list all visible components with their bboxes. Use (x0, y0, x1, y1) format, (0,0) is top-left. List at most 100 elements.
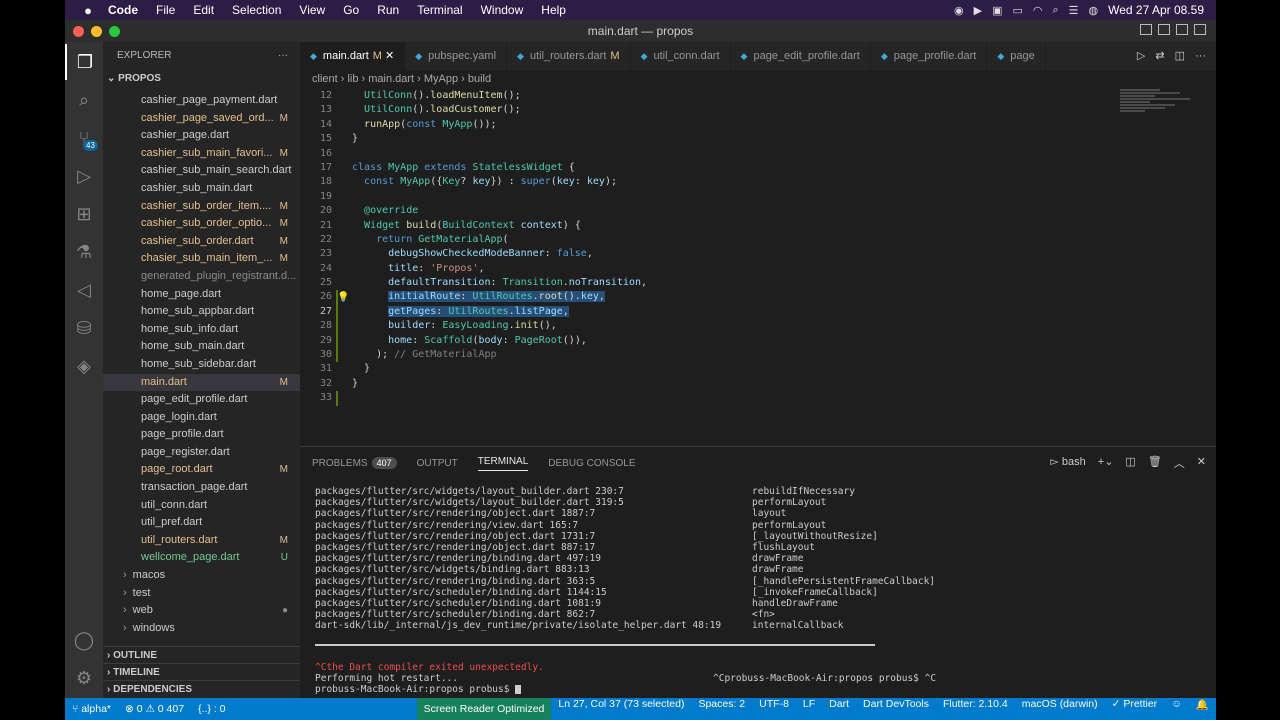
screen-reader-status[interactable]: Screen Reader Optimized (416, 698, 552, 720)
testing-icon[interactable]: ⚗ (65, 234, 103, 270)
status-menu-icon[interactable]: ◉ (954, 4, 964, 17)
code-line[interactable]: 24 title: 'Propos', (300, 262, 1216, 276)
file-item[interactable]: page_profile.dart (103, 426, 300, 444)
editor-tab[interactable]: ◆ main.dart M ✕ (300, 42, 406, 70)
control-center-icon[interactable]: ☰ (1069, 4, 1079, 17)
language-mode[interactable]: Dart (822, 698, 856, 720)
run-debug-icon[interactable]: ▷ (65, 158, 103, 194)
file-item[interactable]: util_pref.dart (103, 514, 300, 532)
split-editor-icon[interactable]: ◫ (1175, 42, 1185, 70)
menu-edit[interactable]: Edit (184, 3, 223, 17)
notifications-icon[interactable]: 🔔 (1189, 698, 1216, 720)
menu-run[interactable]: Run (368, 3, 408, 17)
tab-output[interactable]: OUTPUT (417, 458, 458, 469)
file-item[interactable]: cashier_sub_order_optio... M (103, 215, 300, 233)
code-line[interactable]: 20 @override (300, 204, 1216, 218)
battery-icon[interactable]: ▭ (1012, 4, 1022, 17)
device-status[interactable]: macOS (darwin) (1015, 698, 1105, 720)
file-item[interactable]: cashier_page.dart (103, 127, 300, 145)
file-item[interactable]: main.dart M (103, 373, 300, 392)
editor-tab[interactable]: ◆ util_conn.dart (631, 42, 731, 70)
folder-item[interactable]: › test (103, 585, 300, 603)
code-line[interactable]: 12 UtilConn().loadMenuItem(); (300, 89, 1216, 103)
dependencies-section[interactable]: › DEPENDENCIES (103, 680, 300, 697)
braces-status[interactable]: {..} : 0 (191, 703, 232, 715)
file-item[interactable]: cashier_sub_main_favori... M (103, 145, 300, 163)
code-line[interactable]: 17 class MyApp extends StatelessWidget { (300, 161, 1216, 175)
flutter-version[interactable]: Flutter: 2.10.4 (936, 698, 1015, 720)
code-line[interactable]: 16 (300, 147, 1216, 161)
code-line[interactable]: 27 getPages: UtilRoutes.listPage, (300, 304, 1216, 320)
code-line[interactable]: 33 (300, 391, 1216, 406)
problems-status[interactable]: ⊗ 0 ⚠ 0 407 (118, 703, 191, 715)
toggle-secondary-sidebar-icon[interactable] (1176, 24, 1188, 35)
menu-selection[interactable]: Selection (223, 3, 290, 17)
file-item[interactable]: home_sub_main.dart (103, 338, 300, 356)
tab-problems[interactable]: PROBLEMS 407 (312, 456, 397, 469)
screen-icon[interactable]: ▣ (992, 4, 1002, 17)
terminal-shell[interactable]: ▻ bash (1050, 455, 1085, 471)
editor-tab[interactable]: ◆ page (987, 42, 1046, 70)
search-icon[interactable]: ⌕ (1052, 4, 1058, 17)
prettier-status[interactable]: ✓ Prettier (1105, 698, 1165, 720)
folder-item[interactable]: › macos (103, 567, 300, 585)
folder-item[interactable]: › windows (103, 620, 300, 638)
file-item[interactable]: page_register.dart (103, 444, 300, 462)
code-line[interactable]: 13 UtilConn().loadCustomer(); (300, 103, 1216, 117)
search-activity-icon[interactable]: ⌕ (65, 82, 103, 118)
source-control-icon[interactable]: ⑂ 43 (65, 120, 103, 156)
file-item[interactable]: transaction_page.dart (103, 479, 300, 497)
flutter-icon[interactable]: ◁ (65, 272, 103, 308)
layers-icon[interactable]: ◈ (65, 348, 103, 384)
more-actions-icon[interactable]: ··· (1195, 42, 1206, 70)
breadcrumb[interactable]: client › lib › main.dart › MyApp › build (300, 70, 1216, 89)
code-line[interactable]: 15} (300, 132, 1216, 146)
zoom-window-button[interactable] (109, 26, 120, 37)
file-item[interactable]: generated_plugin_registrant.d... (103, 268, 300, 286)
file-item[interactable]: cashier_sub_main_search.dart (103, 162, 300, 180)
file-item[interactable]: home_page.dart (103, 286, 300, 304)
code-line[interactable]: 22 return GetMaterialApp( (300, 233, 1216, 247)
compare-icon[interactable]: ⇄ (1155, 42, 1164, 70)
extensions-icon[interactable]: ⊞ (65, 196, 103, 232)
close-panel-icon[interactable]: ✕ (1197, 455, 1206, 471)
file-item[interactable]: cashier_sub_order.dart M (103, 233, 300, 251)
code-line[interactable]: 14 runApp(const MyApp()); (300, 118, 1216, 132)
file-item[interactable]: util_conn.dart (103, 497, 300, 515)
maximize-panel-icon[interactable]: ︿ (1174, 455, 1185, 471)
play-icon[interactable]: ▶ (974, 4, 982, 17)
eol-status[interactable]: LF (796, 698, 822, 720)
editor-tab[interactable]: ◆ page_profile.dart (871, 42, 988, 70)
siri-icon[interactable]: ◍ (1089, 4, 1099, 17)
menu-code[interactable]: Code (99, 3, 147, 17)
file-item[interactable]: page_edit_profile.dart (103, 391, 300, 409)
file-item[interactable]: cashier_page_saved_ord... M (103, 110, 300, 128)
menu-view[interactable]: View (290, 3, 334, 17)
file-item[interactable]: cashier_page_payment.dart (103, 92, 300, 110)
cursor-position[interactable]: Ln 27, Col 37 (73 selected) (551, 698, 691, 720)
file-item[interactable]: home_sub_appbar.dart (103, 303, 300, 321)
file-item[interactable]: page_root.dart M (103, 461, 300, 479)
code-line[interactable]: 19 (300, 190, 1216, 204)
minimize-window-button[interactable] (91, 26, 102, 37)
customize-layout-icon[interactable] (1194, 24, 1206, 35)
file-item[interactable]: wellcome_page.dart U (103, 549, 300, 567)
close-tab-icon[interactable]: ✕ (382, 50, 394, 62)
account-icon[interactable]: ◯ (65, 622, 103, 658)
database-icon[interactable]: ⛁ (65, 310, 103, 346)
menu-go[interactable]: Go (334, 3, 368, 17)
file-item[interactable]: chasier_sub_main_item_... M (103, 250, 300, 268)
split-terminal-icon[interactable]: ◫ (1125, 455, 1135, 471)
code-line[interactable]: 32} (300, 377, 1216, 391)
editor-tab[interactable]: ◆ pubspec.yaml (405, 42, 508, 70)
code-line[interactable]: 18 const MyApp({Key? key}) : super(key: … (300, 175, 1216, 189)
menu-file[interactable]: File (147, 3, 184, 17)
clock[interactable]: Wed 27 Apr 08.59 (1108, 3, 1204, 17)
tab-terminal[interactable]: TERMINAL (477, 456, 529, 471)
editor-tab[interactable]: ◆ page_edit_profile.dart (731, 42, 871, 70)
file-item[interactable]: cashier_sub_main.dart (103, 180, 300, 198)
code-line[interactable]: 21 Widget build(BuildContext context) { (300, 219, 1216, 233)
explorer-more-icon[interactable]: ··· (278, 42, 288, 70)
settings-gear-icon[interactable]: ⚙ (65, 660, 103, 696)
timeline-section[interactable]: › TIMELINE (103, 663, 300, 680)
